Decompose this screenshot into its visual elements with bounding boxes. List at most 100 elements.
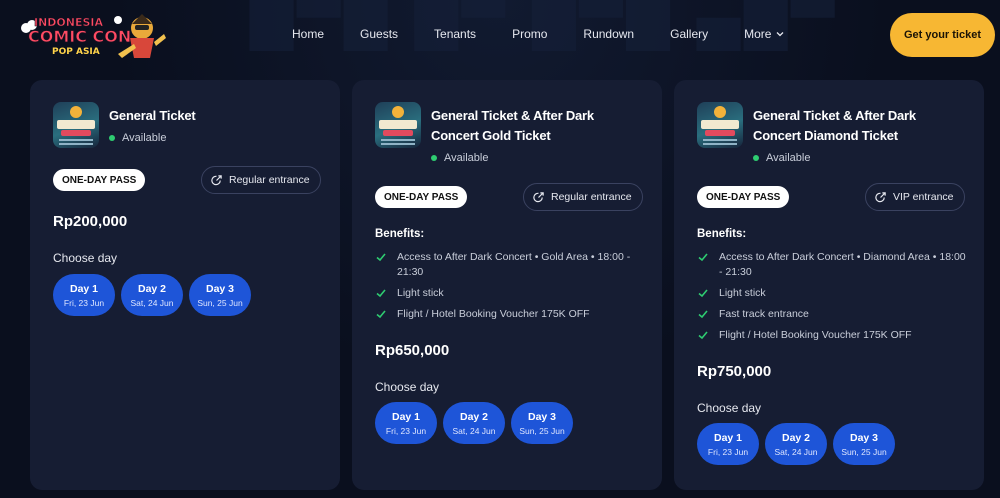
day-date: Sun, 25 Jun <box>841 446 887 457</box>
main-nav: Home Guests Tenants Promo Rundown Galler… <box>292 27 821 41</box>
ticket-thumbnail <box>53 102 99 148</box>
availability-status: Available <box>431 152 488 164</box>
entrance-icon <box>533 191 544 202</box>
availability-label: Available <box>766 152 811 164</box>
benefit-item: Access to After Dark Concert • Gold Area… <box>375 250 645 280</box>
benefit-text: Flight / Hotel Booking Voucher 175K OFF <box>719 329 912 341</box>
day-option-3[interactable]: Day 3 Sun, 25 Jun <box>511 402 573 444</box>
day-label: Day 2 <box>459 410 489 423</box>
event-logo[interactable]: INDONESIA COMIC CON POP ASIA <box>18 8 168 64</box>
day-option-2[interactable]: Day 2 Sat, 24 Jun <box>765 423 827 465</box>
day-option-1[interactable]: Day 1 Fri, 23 Jun <box>53 274 115 316</box>
day-date: Sat, 24 Jun <box>452 425 496 436</box>
site-header: INDONESIA COMIC CON POP ASIA Home Guests… <box>0 0 1000 72</box>
day-label: Day 2 <box>137 282 167 295</box>
entrance-icon <box>211 174 222 185</box>
day-option-2[interactable]: Day 2 Sat, 24 Jun <box>121 274 183 316</box>
availability-status: Available <box>753 152 810 164</box>
check-icon <box>376 253 386 262</box>
day-label: Day 3 <box>849 431 879 444</box>
entrance-label: Regular entrance <box>229 174 310 186</box>
choose-day-label: Choose day <box>375 380 440 394</box>
pass-badge: ONE-DAY PASS <box>53 169 146 191</box>
ticket-card-gold: General Ticket & After Dark Concert Gold… <box>352 80 662 490</box>
benefits-list: Access to After Dark Concert • Diamond A… <box>697 250 967 349</box>
nav-guests[interactable]: Guests <box>360 27 398 41</box>
available-dot-icon <box>109 135 115 141</box>
day-option-1[interactable]: Day 1 Fri, 23 Jun <box>375 402 437 444</box>
benefit-text: Light stick <box>397 287 444 299</box>
availability-status: Available <box>109 132 166 144</box>
entrance-tag: Regular entrance <box>201 166 321 194</box>
nav-more[interactable]: More <box>744 27 785 41</box>
benefits-list: Access to After Dark Concert • Gold Area… <box>375 250 645 328</box>
get-ticket-label: Get your ticket <box>903 29 982 41</box>
day-date: Sun, 25 Jun <box>197 297 243 308</box>
day-date: Fri, 23 Jun <box>707 446 749 457</box>
nav-promo[interactable]: Promo <box>512 27 547 41</box>
ticket-price: Rp200,000 <box>53 213 128 230</box>
ticket-price: Rp750,000 <box>697 363 772 380</box>
get-ticket-button[interactable]: Get your ticket <box>890 13 995 57</box>
nav-rundown[interactable]: Rundown <box>583 27 634 41</box>
benefit-item: Fast track entrance <box>697 307 967 322</box>
ticket-thumbnail <box>375 102 421 148</box>
day-selector: Day 1 Fri, 23 Jun Day 2 Sat, 24 Jun Day 3 S… <box>697 423 895 465</box>
nav-guests-label: Guests <box>360 27 399 41</box>
day-label: Day 2 <box>781 431 811 444</box>
nav-promo-label: Promo <box>512 27 548 41</box>
ticket-thumbnail <box>697 102 743 148</box>
day-option-3[interactable]: Day 3 Sun, 25 Jun <box>189 274 251 316</box>
nav-home[interactable]: Home <box>292 27 324 41</box>
benefit-item: Flight / Hotel Booking Voucher 175K OFF <box>375 307 645 322</box>
day-label: Day 3 <box>527 410 557 423</box>
day-date: Sun, 25 Jun <box>519 425 565 436</box>
available-dot-icon <box>431 155 437 161</box>
ticket-title: General Ticket & After Dark Concert Diam… <box>753 108 916 143</box>
day-option-1[interactable]: Day 1 Fri, 23 Jun <box>697 423 759 465</box>
day-label: Day 1 <box>69 282 99 295</box>
benefit-text: Access to After Dark Concert • Gold Area… <box>397 251 631 278</box>
day-date: Fri, 23 Jun <box>63 297 105 308</box>
benefits-heading: Benefits: <box>697 228 747 240</box>
benefit-item: Flight / Hotel Booking Voucher 175K OFF <box>697 328 967 343</box>
day-selector: Day 1 Fri, 23 Jun Day 2 Sat, 24 Jun Day 3 S… <box>53 274 251 316</box>
choose-day-label: Choose day <box>697 401 762 415</box>
available-dot-icon <box>753 155 759 161</box>
day-option-3[interactable]: Day 3 Sun, 25 Jun <box>833 423 895 465</box>
check-icon <box>698 331 708 340</box>
availability-label: Available <box>122 132 167 144</box>
check-icon <box>698 289 708 298</box>
entrance-label: VIP entrance <box>893 191 954 203</box>
benefit-text: Light stick <box>719 287 766 299</box>
benefit-item: Access to After Dark Concert • Diamond A… <box>697 250 967 280</box>
benefit-text: Fast track entrance <box>719 308 809 320</box>
benefit-text: Flight / Hotel Booking Voucher 175K OFF <box>397 308 590 320</box>
nav-gallery[interactable]: Gallery <box>670 27 708 41</box>
entrance-label: Regular entrance <box>551 191 632 203</box>
day-date: Sat, 24 Jun <box>130 297 174 308</box>
nav-home-label: Home <box>292 27 325 41</box>
entrance-tag: Regular entrance <box>523 183 643 211</box>
day-date: Sat, 24 Jun <box>774 446 818 457</box>
svg-text:COMIC CON: COMIC CON <box>28 27 131 46</box>
ticket-title: General Ticket <box>109 108 196 123</box>
day-option-2[interactable]: Day 2 Sat, 24 Jun <box>443 402 505 444</box>
choose-day-label: Choose day <box>53 251 118 265</box>
day-date: Fri, 23 Jun <box>385 425 427 436</box>
day-label: Day 1 <box>391 410 421 423</box>
nav-tenants[interactable]: Tenants <box>434 27 476 41</box>
ticket-card-diamond: General Ticket & After Dark Concert Diam… <box>674 80 984 490</box>
day-label: Day 1 <box>713 431 743 444</box>
nav-more-label: More <box>744 27 772 41</box>
ticket-page: █▀█ █▀ █▀█ ▄█▀ INDONESIA COMIC CON POP A… <box>0 0 1000 498</box>
pass-badge: ONE-DAY PASS <box>697 186 790 208</box>
ticket-card-general: General Ticket Available ONE-DAY PASS Re… <box>30 80 340 490</box>
benefit-item: Light stick <box>697 286 967 301</box>
availability-label: Available <box>444 152 489 164</box>
svg-text:POP ASIA: POP ASIA <box>52 47 100 57</box>
day-label: Day 3 <box>205 282 235 295</box>
entrance-icon <box>875 191 886 202</box>
benefits-heading: Benefits: <box>375 228 425 240</box>
benefit-text: Access to After Dark Concert • Diamond A… <box>719 251 966 278</box>
